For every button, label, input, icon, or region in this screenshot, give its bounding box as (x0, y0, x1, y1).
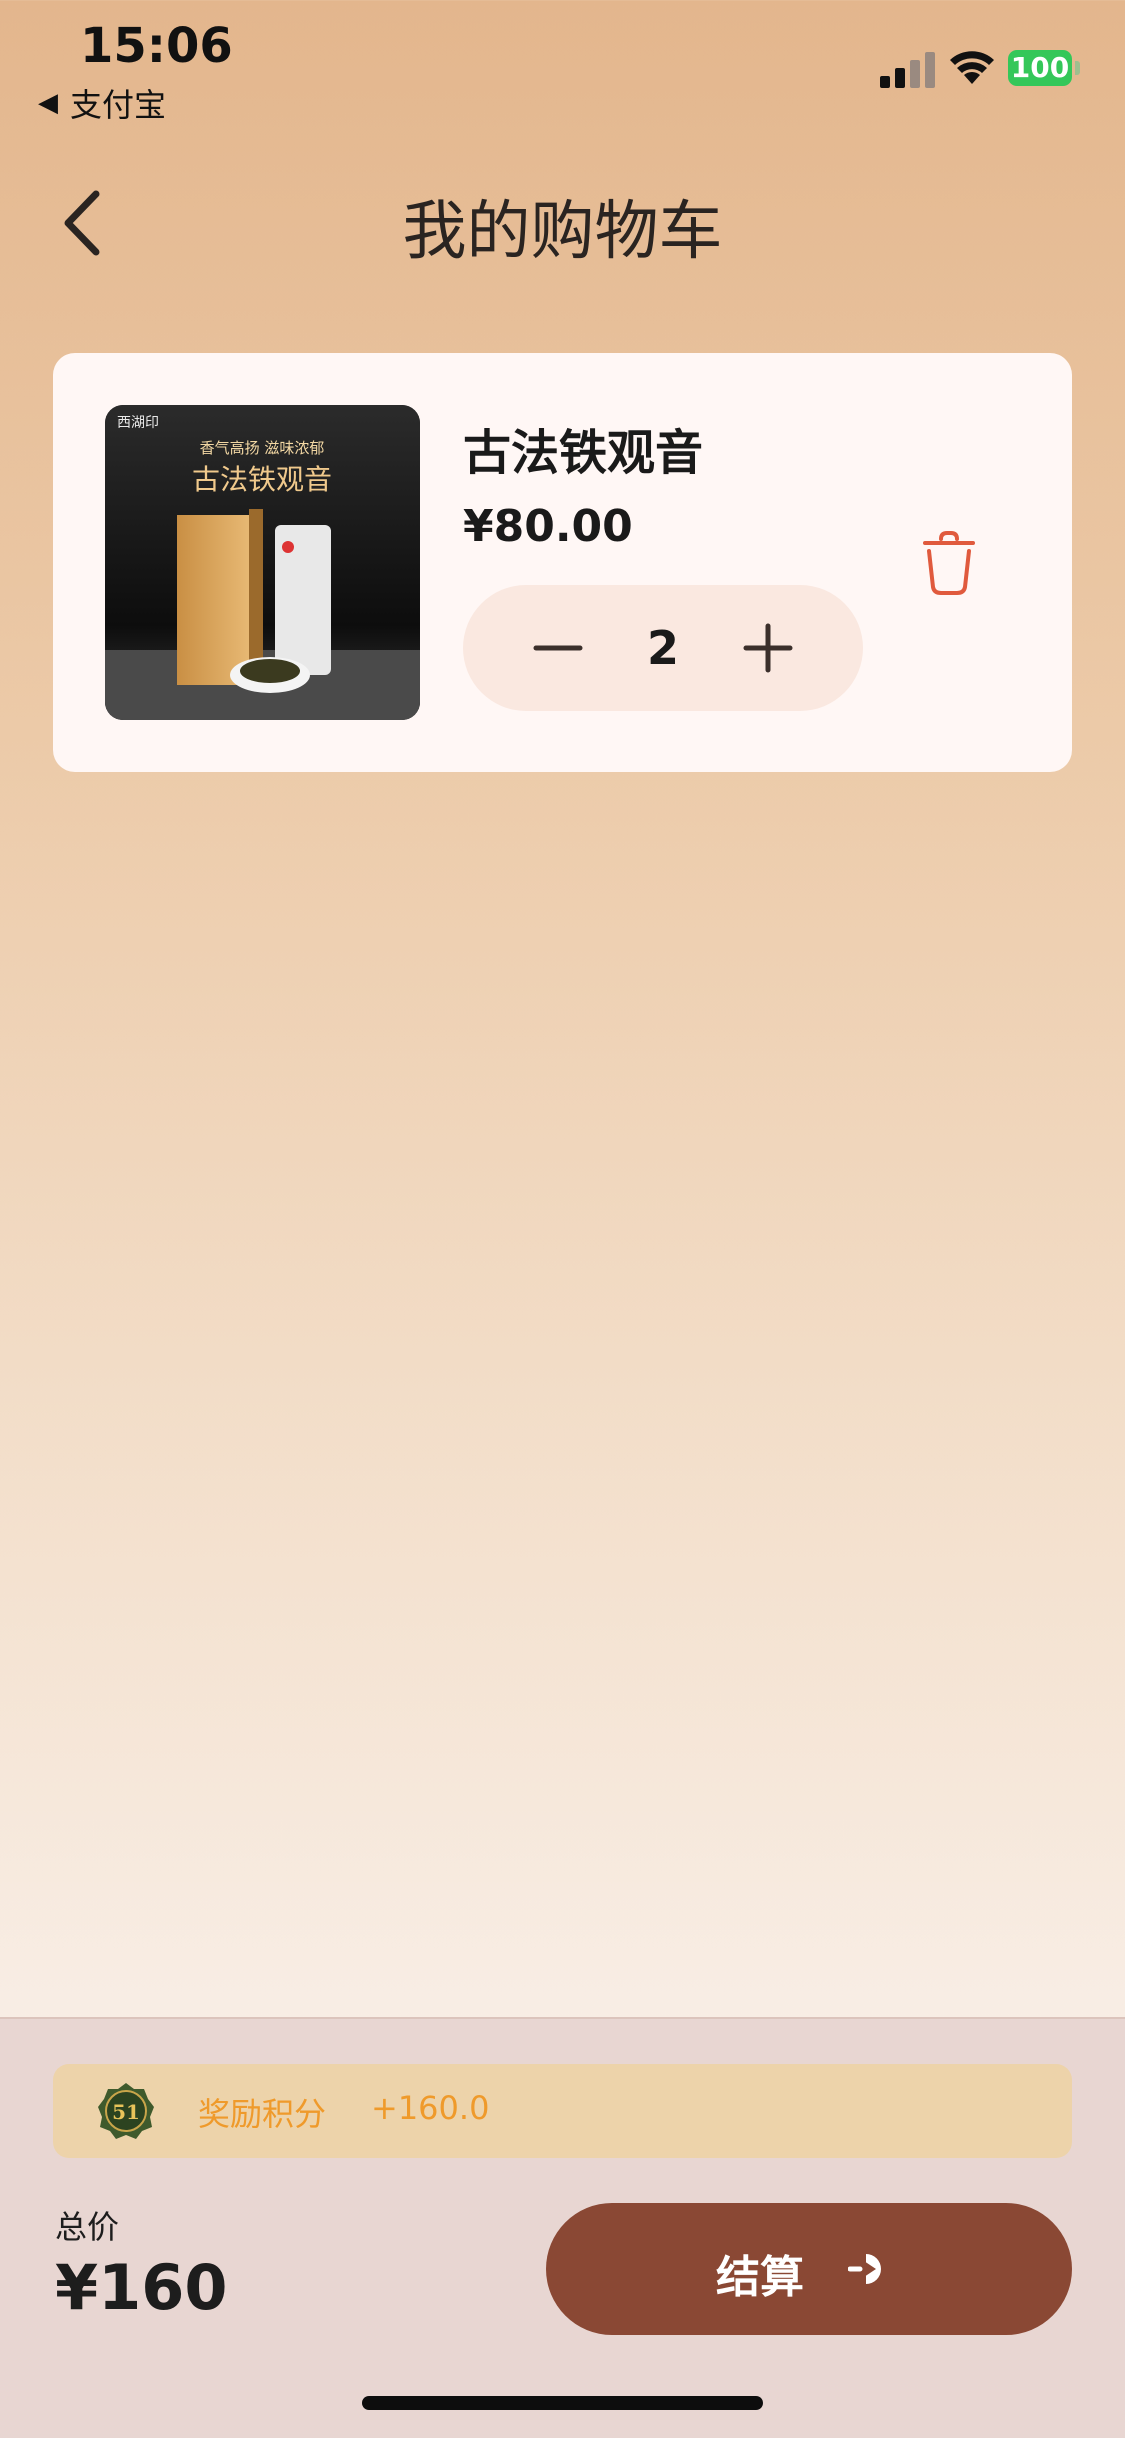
checkout-button-label: 结算 (716, 2252, 804, 2303)
decrease-quantity-button[interactable] (518, 608, 598, 688)
back-app-label: 支付宝 (70, 86, 167, 124)
reward-points-value: +160.0 (371, 2089, 490, 2127)
total-price: ¥160 (55, 2251, 228, 2324)
checkout-arrow-icon (848, 2254, 881, 2284)
back-to-app-link[interactable]: ◀ 支付宝 (38, 80, 166, 126)
product-image-brand: 西湖印 (117, 415, 159, 431)
product-price: ¥80.00 (463, 501, 633, 552)
home-indicator (362, 2396, 763, 2410)
battery-icon: 100 (1008, 50, 1080, 86)
quantity-value: 2 (646, 621, 679, 675)
cellular-signal-icon (880, 52, 935, 88)
cart-item-card: 西湖印 香气高扬 滋味浓郁 古法铁观音 古法铁观音 ¥80.00 2 (53, 353, 1072, 772)
product-image[interactable]: 西湖印 香气高扬 滋味浓郁 古法铁观音 (105, 405, 420, 720)
reward-badge-icon: 51 (98, 2083, 154, 2139)
reward-badge-number: 51 (112, 2100, 140, 2124)
battery-level: 100 (1008, 50, 1072, 86)
product-image-title: 古法铁观音 (192, 463, 332, 496)
increase-quantity-button[interactable] (728, 608, 808, 688)
reward-label: 奖励积分 (198, 2095, 327, 2133)
quantity-stepper: 2 (463, 585, 863, 711)
wifi-icon (950, 51, 994, 84)
checkout-button[interactable]: 结算 (546, 2203, 1072, 2335)
back-triangle-icon: ◀ (38, 88, 58, 118)
trash-icon[interactable] (919, 529, 979, 597)
status-bar: 15:06 ◀ 支付宝 100 (0, 0, 1125, 130)
page-title: 我的购物车 (402, 195, 723, 269)
product-name: 古法铁观音 (463, 425, 704, 481)
product-image-art: 西湖印 香气高扬 滋味浓郁 古法铁观音 (105, 405, 420, 720)
product-image-slogan: 香气高扬 滋味浓郁 (200, 439, 325, 457)
reward-points-bar: 51 奖励积分 +160.0 (53, 2064, 1072, 2158)
navigation-bar: 我的购物车 (0, 160, 1125, 280)
total-label: 总价 (55, 2208, 120, 2246)
status-time: 15:06 (80, 18, 233, 74)
checkout-panel: 51 奖励积分 +160.0 总价 ¥160 结算 (0, 2017, 1125, 2438)
